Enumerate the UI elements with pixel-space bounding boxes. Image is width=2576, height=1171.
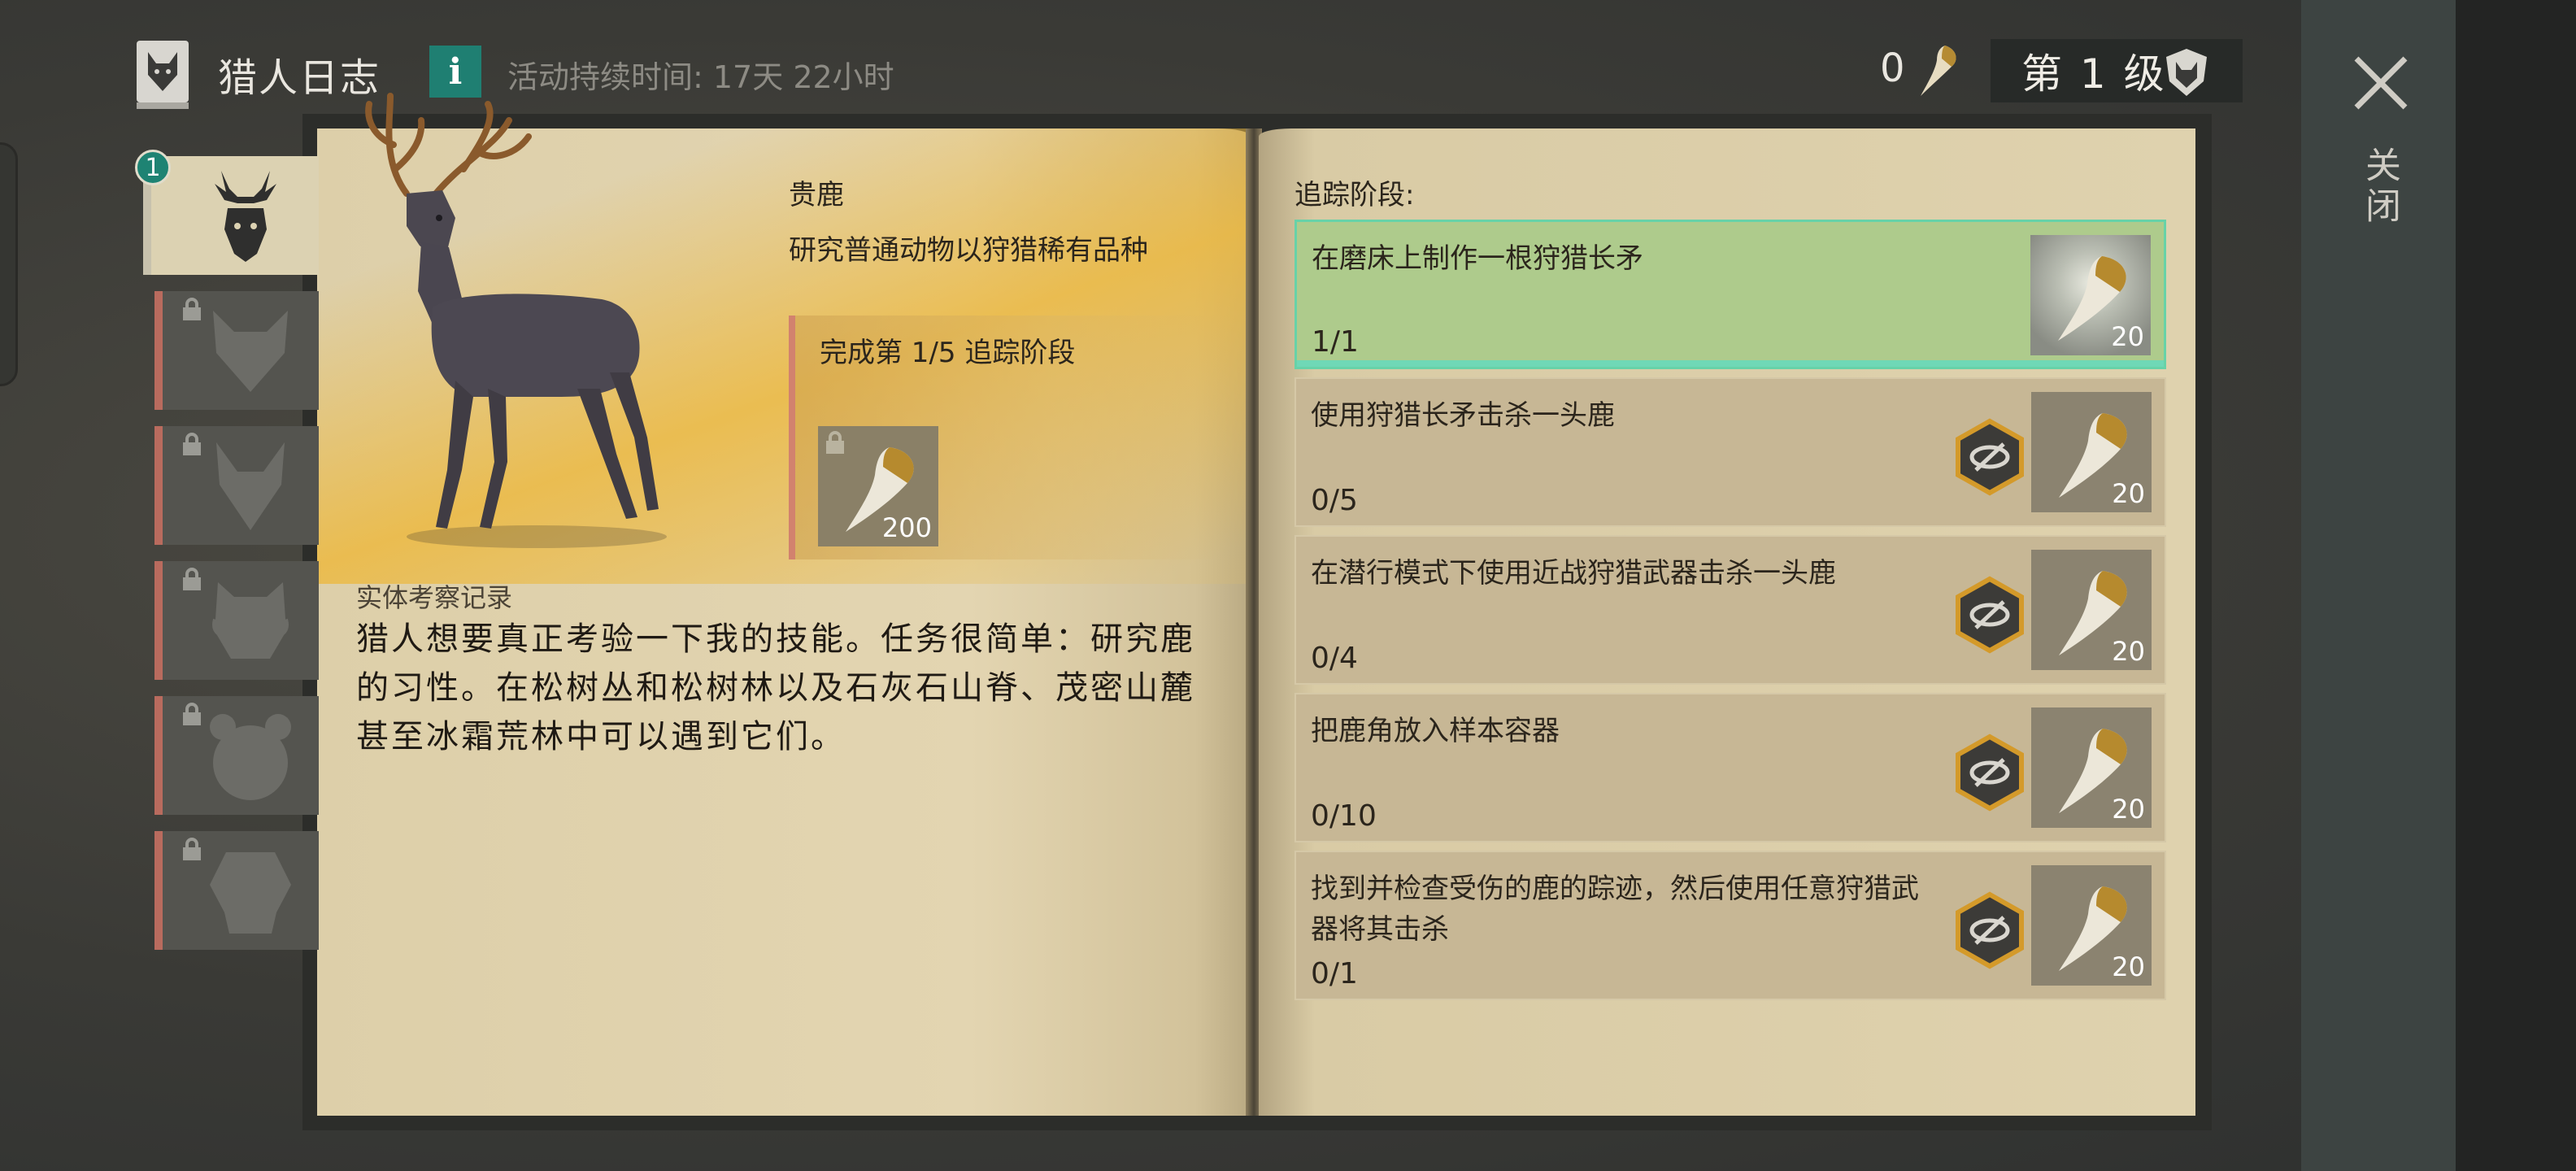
reward-amount: 20 (2112, 478, 2145, 509)
lock-icon (183, 838, 201, 860)
stage-reward-tile[interactable]: 200 (818, 426, 938, 546)
tracking-task[interactable]: 找到并检查受伤的鹿的踪迹，然后使用任意狩猎武器将其击杀 0/1 20 (1295, 851, 2166, 1000)
task-text: 在潜行模式下使用近战狩猎武器击杀一头鹿 (1311, 557, 1836, 590)
lock-icon (183, 703, 201, 725)
left-edge-handle[interactable] (0, 142, 18, 386)
page-title: 猎人日志 (218, 55, 381, 101)
sidebar-tab-monkey[interactable] (154, 831, 319, 950)
sidebar-tab-wolf[interactable] (154, 291, 319, 410)
reward-amount: 20 (2112, 951, 2145, 982)
field-notes-text: 猎人想要真正考验一下我的技能。任务很简单：研究鹿的习性。在松树丛和松树林以及石灰… (356, 620, 1195, 755)
level-label: 第 1 级 (2021, 50, 2167, 98)
sidebar-tab-boar[interactable] (154, 561, 319, 680)
new-count-badge: 1 (135, 150, 171, 185)
task-reward-tile[interactable]: 20 (2030, 235, 2151, 355)
tracking-stages-label: 追踪阶段: (1295, 179, 1415, 211)
tracking-task[interactable]: 把鹿角放入样本容器 0/10 20 (1295, 693, 2166, 842)
task-progress: 0/10 (1311, 799, 1377, 833)
task-text: 使用狩猎长矛击杀一头鹿 (1311, 399, 1615, 432)
reward-amount: 20 (2112, 636, 2145, 667)
close-label[interactable]: 关闭 (2356, 146, 2405, 228)
tracking-task[interactable]: 在潜行模式下使用近战狩猎武器击杀一头鹿 0/4 20 (1295, 535, 2166, 685)
task-reward-tile[interactable]: 20 (2031, 707, 2152, 828)
header: 猎人日志 i 活动持续时间: 17天 22小时 0 第 1 级 (0, 0, 2301, 122)
wolf-icon (213, 311, 288, 392)
deer-icon (215, 171, 276, 262)
fox-icon (216, 442, 285, 530)
task-progress: 0/1 (1311, 957, 1358, 990)
wolf-shield-icon (2166, 49, 2207, 96)
claw-icon (1921, 46, 1956, 96)
stage-progress-text: 完成第 1/5 追踪阶段 (820, 337, 1076, 369)
lock-icon (183, 433, 201, 455)
task-text: 在磨床上制作一根狩猎长矛 (1312, 242, 1643, 275)
claw-currency-count: 0 (1880, 46, 1905, 91)
reward-amount: 200 (881, 512, 932, 543)
tracking-task[interactable]: 在磨床上制作一根狩猎长矛 1/1 20 (1295, 220, 2166, 369)
task-progress: 0/4 (1311, 642, 1358, 675)
task-reward-tile[interactable]: 20 (2031, 865, 2152, 986)
task-progress: 0/5 (1311, 484, 1358, 517)
lock-icon (183, 298, 201, 320)
animal-description: 研究普通动物以狩猎稀有品种 (789, 234, 1148, 267)
hidden-eye-icon (1956, 418, 2024, 496)
task-reward-tile[interactable]: 20 (2031, 550, 2152, 670)
reward-amount: 20 (2111, 321, 2144, 352)
deer-illustration (365, 93, 667, 548)
task-progress: 1/1 (1312, 325, 1359, 359)
lock-icon (183, 568, 201, 590)
tracking-task[interactable]: 使用狩猎长矛击杀一头鹿 0/5 20 (1295, 377, 2166, 527)
close-icon[interactable] (2348, 50, 2413, 115)
hidden-eye-icon (1956, 576, 2024, 654)
hidden-eye-icon (1956, 734, 2024, 812)
animal-name: 贵鹿 (789, 179, 844, 211)
task-text: 把鹿角放入样本容器 (1311, 715, 1560, 747)
right-edge-panel (2456, 0, 2576, 1171)
boar-icon (212, 582, 289, 659)
hidden-eye-icon (1956, 891, 2024, 969)
monkey-icon (210, 852, 291, 934)
task-text: 找到并检查受伤的鹿的踪迹，然后使用任意狩猎武器将其击杀 (1311, 873, 1919, 946)
sidebar-tab-bear[interactable] (154, 696, 319, 815)
reward-amount: 20 (2112, 794, 2145, 825)
field-notes-title: 实体考察记录 (356, 582, 513, 613)
bear-icon (210, 714, 291, 800)
wolf-journal-icon (137, 41, 189, 109)
sidebar-tab-fox[interactable] (154, 426, 319, 545)
task-reward-tile[interactable]: 20 (2031, 392, 2152, 512)
